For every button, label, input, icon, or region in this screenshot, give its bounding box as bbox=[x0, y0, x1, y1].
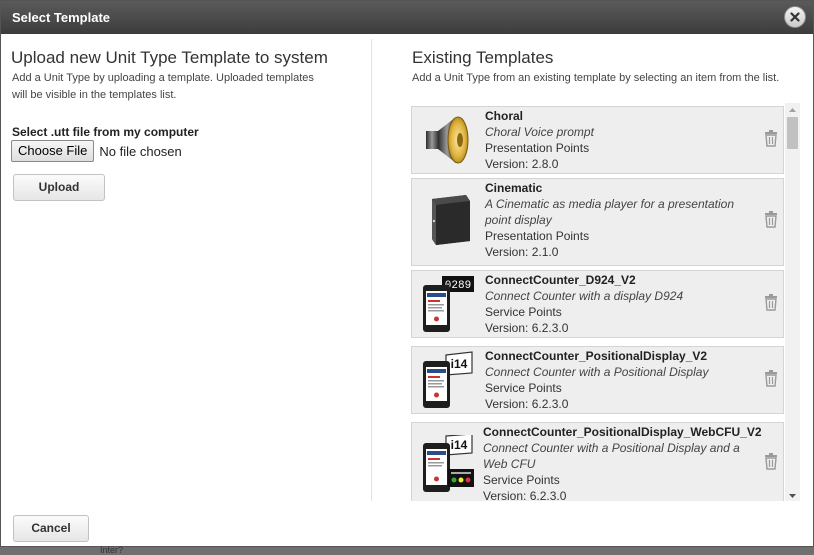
trash-icon[interactable] bbox=[764, 294, 778, 311]
speaker-icon bbox=[426, 116, 469, 164]
template-category: Presentation Points bbox=[485, 229, 590, 243]
existing-description: Add a Unit Type from an existing templat… bbox=[412, 72, 780, 84]
template-version: Version: 6.2.3.0 bbox=[485, 397, 569, 411]
template-category: Service Points bbox=[485, 381, 562, 395]
trash-icon[interactable] bbox=[764, 130, 778, 147]
trash-icon[interactable] bbox=[764, 453, 778, 470]
phone-display-icon: 0289 bbox=[423, 276, 474, 332]
existing-heading: Existing Templates bbox=[412, 48, 554, 67]
trash-icon[interactable] bbox=[764, 370, 778, 387]
template-item-connectcounter-d924[interactable]: 0289 ConnectCounter_D924_V2 Connect Coun… bbox=[411, 270, 784, 338]
template-description: Connect Counter with a display D924 bbox=[485, 289, 684, 303]
template-category: Service Points bbox=[485, 305, 562, 319]
dialog-title: Select Template bbox=[12, 10, 111, 25]
template-name: ConnectCounter_D924_V2 bbox=[485, 273, 636, 287]
file-select-label: Select .utt file from my computer bbox=[12, 125, 199, 139]
template-description: A Cinematic as media player for a presen… bbox=[485, 197, 735, 227]
template-version: Version: 6.2.3.0 bbox=[485, 321, 569, 335]
template-name: ConnectCounter_PositionalDisplay_V2 bbox=[485, 349, 708, 363]
template-list-scrollbar[interactable] bbox=[785, 103, 800, 501]
choose-file-button[interactable]: Choose File bbox=[11, 140, 95, 162]
template-item-connectcounter-webcfu[interactable]: i14 ConnectCounter_PositionalDisplay_Web bbox=[411, 422, 784, 501]
file-status: No file chosen bbox=[99, 143, 182, 159]
dialog-footer: Cancel bbox=[1, 501, 813, 546]
template-name: Cinematic bbox=[485, 181, 543, 195]
template-description: Connect Counter with a Positional Displa… bbox=[485, 365, 709, 379]
close-icon bbox=[790, 12, 800, 22]
existing-templates-pane: Existing Templates Add a Unit Type from … bbox=[372, 34, 813, 501]
scroll-down-button[interactable] bbox=[785, 489, 800, 501]
file-input: Choose File No file chosen bbox=[11, 140, 182, 162]
template-description: Connect Counter with a Positional Displa… bbox=[483, 441, 740, 471]
scrollbar-thumb[interactable] bbox=[787, 117, 798, 149]
template-item-choral[interactable]: Choral Choral Voice prompt Presentation … bbox=[411, 106, 784, 174]
template-description: Choral Voice prompt bbox=[485, 125, 594, 139]
media-player-icon bbox=[432, 195, 470, 245]
cancel-button[interactable]: Cancel bbox=[13, 515, 89, 542]
display-text: i14 bbox=[451, 357, 468, 371]
select-template-dialog: Select Template Upload new Unit Type Tem… bbox=[0, 0, 814, 547]
template-item-cinematic[interactable]: Cinematic A Cinematic as media player fo… bbox=[411, 178, 784, 266]
template-list[interactable]: Choral Choral Voice prompt Presentation … bbox=[411, 103, 785, 501]
template-name: Choral bbox=[485, 109, 524, 123]
chevron-up-icon bbox=[789, 108, 796, 112]
trash-icon[interactable] bbox=[764, 211, 778, 228]
template-name: ConnectCounter_PositionalDisplay_WebCFU_… bbox=[483, 425, 762, 439]
template-category: Service Points bbox=[483, 473, 560, 487]
upload-button[interactable]: Upload bbox=[13, 174, 105, 201]
template-version: Version: 2.1.0 bbox=[485, 245, 559, 259]
upload-pane: Upload new Unit Type Template to system … bbox=[1, 34, 371, 501]
template-version: Version: 2.8.0 bbox=[485, 157, 559, 171]
upload-description: Add a Unit Type by uploading a template.… bbox=[12, 72, 314, 101]
phone-display-webcfu-icon: i14 bbox=[423, 435, 474, 492]
template-category: Presentation Points bbox=[485, 141, 590, 155]
upload-heading: Upload new Unit Type Template to system bbox=[11, 48, 328, 67]
template-item-connectcounter-positional[interactable]: i14 ConnectCounter_PositionalDisplay_V2 … bbox=[411, 346, 784, 414]
scroll-up-button[interactable] bbox=[785, 103, 800, 115]
dialog-titlebar: Select Template bbox=[1, 1, 813, 34]
template-version: Version: 6.2.3.0 bbox=[483, 489, 567, 501]
close-button[interactable] bbox=[784, 6, 806, 28]
phone-display-icon: i14 bbox=[423, 351, 473, 408]
display-text: i14 bbox=[451, 438, 468, 452]
